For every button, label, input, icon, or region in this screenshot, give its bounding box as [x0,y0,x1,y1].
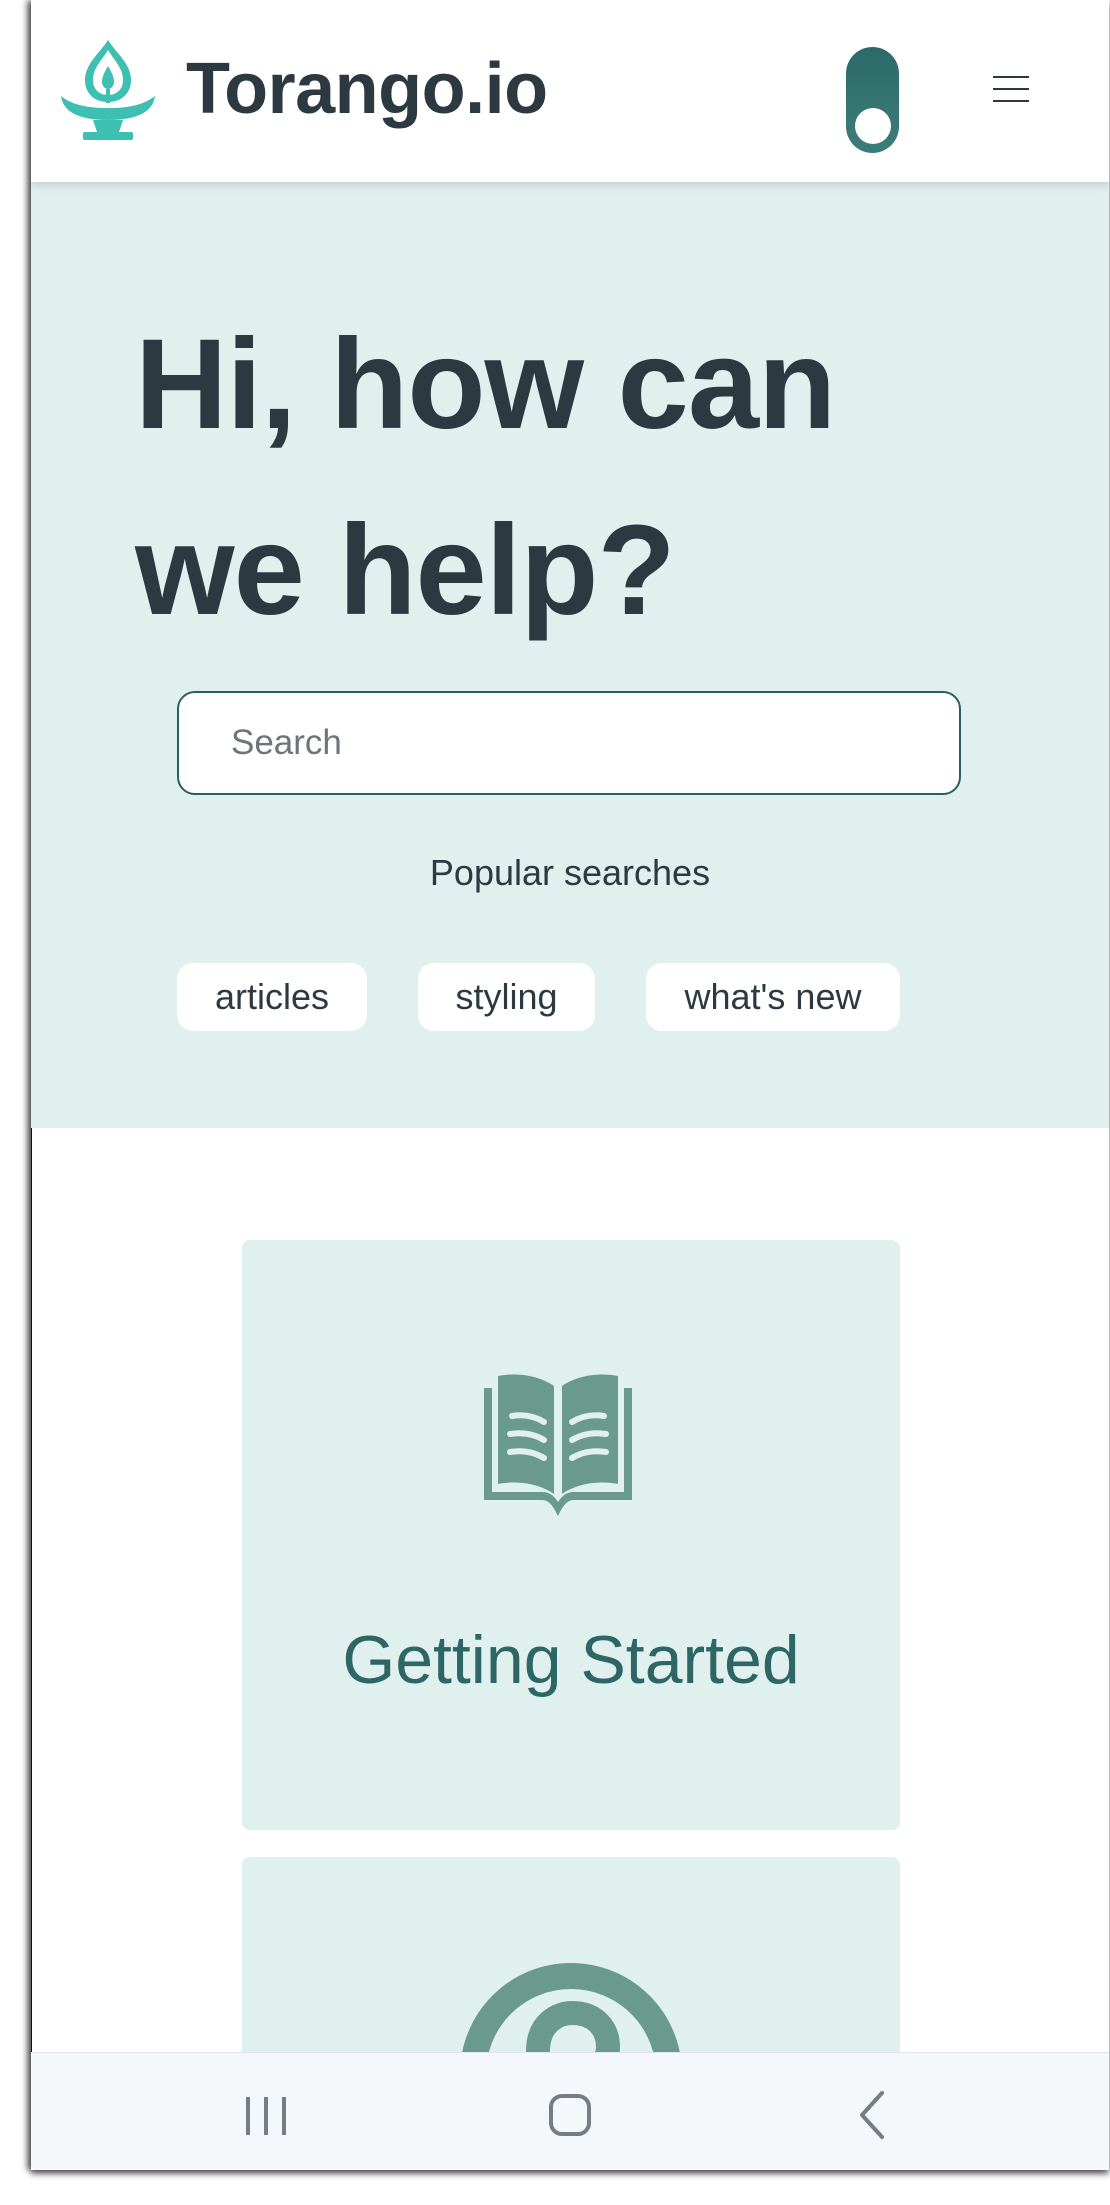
phone-screen: Torango.io Hi, how can we help? Popular … [31,0,1109,2170]
recent-apps-icon[interactable] [206,2053,326,2170]
card-getting-started[interactable]: Getting Started [242,1240,900,1830]
theme-toggle[interactable] [846,47,899,153]
home-icon[interactable] [510,2053,630,2170]
chip-styling[interactable]: styling [418,963,595,1031]
toggle-knob [855,108,891,144]
device-frame: Torango.io Hi, how can we help? Popular … [0,0,1110,2205]
chip-articles[interactable]: articles [177,963,367,1031]
oil-lamp-icon[interactable] [59,38,157,142]
popular-searches-label: Popular searches [429,852,711,893]
brand-name[interactable]: Torango.io [186,44,548,134]
hero-section: Hi, how can we help? Popular searches ar… [31,182,1109,1128]
open-book-icon [484,1374,632,1516]
card-title: Getting Started [342,1622,800,1698]
hamburger-menu-icon[interactable] [989,70,1031,110]
search-input[interactable] [177,691,961,795]
system-navigation-bar [31,2052,1109,2170]
hero-title: Hi, how can we help? [135,313,836,642]
chip-whats-new[interactable]: what's new [646,963,900,1031]
site-header: Torango.io [31,0,1109,182]
back-icon[interactable] [812,2053,932,2170]
